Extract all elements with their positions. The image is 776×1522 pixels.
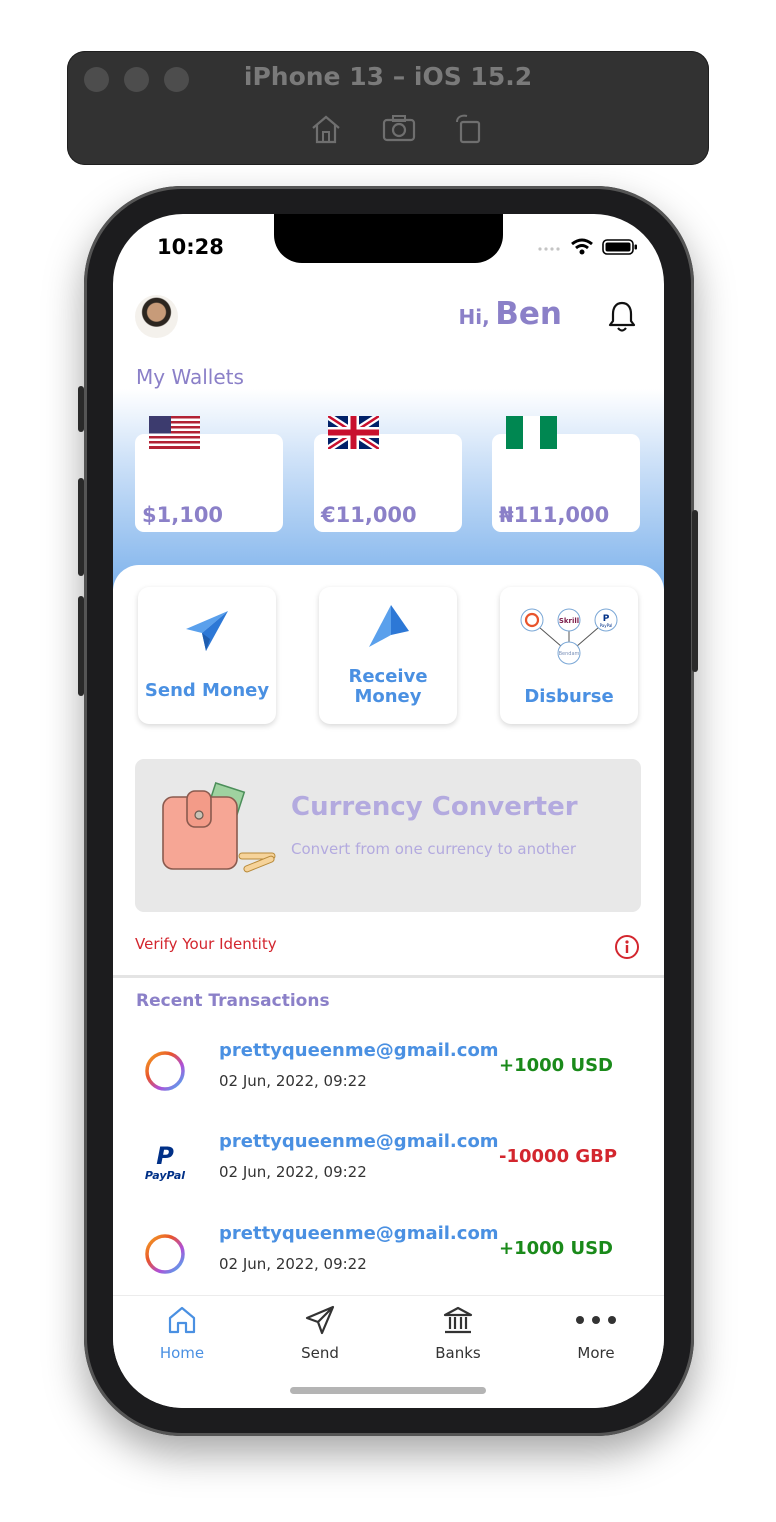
tab-home-label: Home — [159, 1344, 205, 1362]
wifi-icon — [571, 238, 593, 255]
bank-icon — [443, 1306, 473, 1334]
wallet-amount: $1,100 — [142, 503, 224, 527]
tab-send-label: Send — [301, 1344, 339, 1362]
disburse-network-icon: Skrill P PayPal Bendam — [520, 608, 618, 665]
tab-home[interactable]: Home — [113, 1296, 251, 1376]
tab-more[interactable]: More — [527, 1296, 664, 1376]
wallet-amount: €11,000 — [321, 503, 417, 527]
greeting: Hi, Ben — [458, 296, 562, 332]
transaction-amount: +1000 USD — [499, 1238, 613, 1259]
receive-plane-icon — [369, 605, 409, 647]
cellular-signal-icon — [538, 247, 560, 251]
receive-money-label-line1: Receive — [348, 666, 428, 687]
us-flag-icon — [149, 416, 200, 449]
send-icon — [305, 1305, 335, 1335]
svg-text:Bendam: Bendam — [559, 651, 580, 657]
transaction-row[interactable]: prettyqueenme@gmail.com 02 Jun, 2022, 09… — [113, 1035, 664, 1115]
svg-text:P: P — [156, 1142, 174, 1170]
verify-identity-link[interactable]: Verify Your Identity — [135, 935, 277, 953]
converter-subtitle: Convert from one currency to another — [291, 840, 577, 858]
tab-banks-label: Banks — [435, 1344, 481, 1362]
tab-banks[interactable]: Banks — [389, 1296, 527, 1376]
transaction-amount: -10000 GBP — [499, 1146, 618, 1167]
wallet-illustration-icon — [162, 782, 276, 873]
send-money-button[interactable]: Send Money — [138, 587, 276, 724]
transaction-amount: +1000 USD — [499, 1055, 613, 1076]
receive-money-button[interactable]: Receive Money — [319, 587, 457, 724]
power-button — [692, 510, 698, 672]
section-divider — [113, 975, 664, 978]
svg-text:Skrill: Skrill — [559, 617, 579, 625]
app-screen: 10:28 Hi, Ben My Wallets $1,100 €11,000 — [113, 214, 664, 1408]
receive-money-label: Receive Money — [319, 667, 457, 707]
user-avatar[interactable] — [135, 295, 178, 338]
transaction-row[interactable]: prettyqueenme@gmail.com 02 Jun, 2022, 09… — [113, 1218, 664, 1298]
volume-down-button — [78, 596, 84, 696]
transaction-date: 02 Jun, 2022, 09:22 — [219, 1163, 367, 1181]
transaction-date: 02 Jun, 2022, 09:22 — [219, 1255, 367, 1273]
wallet-amount: ₦111,000 — [499, 503, 610, 527]
rotate-icon[interactable] — [453, 112, 487, 146]
transaction-row[interactable]: P PayPal prettyqueenme@gmail.com 02 Jun,… — [113, 1126, 664, 1206]
status-time: 10:28 — [157, 235, 224, 259]
ng-flag-icon — [506, 416, 557, 449]
simulator-title: iPhone 13 – iOS 15.2 — [243, 62, 533, 91]
transaction-email: prettyqueenme@gmail.com — [219, 1131, 499, 1152]
currency-converter-card[interactable]: Currency Converter Convert from one curr… — [135, 759, 641, 912]
transaction-date: 02 Jun, 2022, 09:22 — [219, 1072, 367, 1090]
svg-text:PayPal: PayPal — [600, 623, 613, 628]
paper-plane-icon — [186, 611, 228, 651]
home-button-icon[interactable] — [309, 112, 343, 146]
disburse-button[interactable]: Skrill P PayPal Bendam Disburse — [500, 587, 638, 724]
more-dots-icon — [576, 1316, 616, 1324]
notch — [274, 214, 503, 263]
battery-icon — [602, 239, 637, 255]
transaction-email: prettyqueenme@gmail.com — [219, 1040, 499, 1061]
receive-money-label-line2: Money — [354, 686, 422, 707]
volume-up-button — [78, 478, 84, 576]
transaction-email: prettyqueenme@gmail.com — [219, 1223, 499, 1244]
info-icon[interactable] — [614, 934, 640, 960]
uk-flag-icon — [328, 416, 379, 449]
paypal-logo-icon: P PayPal — [145, 1142, 185, 1182]
disburse-label: Disburse — [524, 686, 614, 707]
mute-switch — [78, 386, 84, 432]
home-icon — [168, 1306, 196, 1334]
ring-logo-icon — [145, 1234, 185, 1274]
converter-title: Currency Converter — [291, 792, 578, 822]
tab-more-label: More — [577, 1344, 615, 1362]
greeting-prefix: Hi, — [458, 305, 490, 329]
home-indicator[interactable] — [290, 1387, 486, 1394]
notification-bell-icon[interactable] — [606, 300, 638, 334]
tab-send[interactable]: Send — [251, 1296, 389, 1376]
send-money-label: Send Money — [144, 680, 270, 701]
screenshot-icon[interactable] — [382, 112, 416, 146]
recent-transactions-title: Recent Transactions — [136, 991, 330, 1011]
status-icons — [538, 238, 638, 256]
user-name: Ben — [495, 296, 562, 332]
svg-text:PayPal: PayPal — [145, 1169, 185, 1182]
ring-logo-icon — [145, 1051, 185, 1091]
my-wallets-title: My Wallets — [136, 365, 244, 389]
